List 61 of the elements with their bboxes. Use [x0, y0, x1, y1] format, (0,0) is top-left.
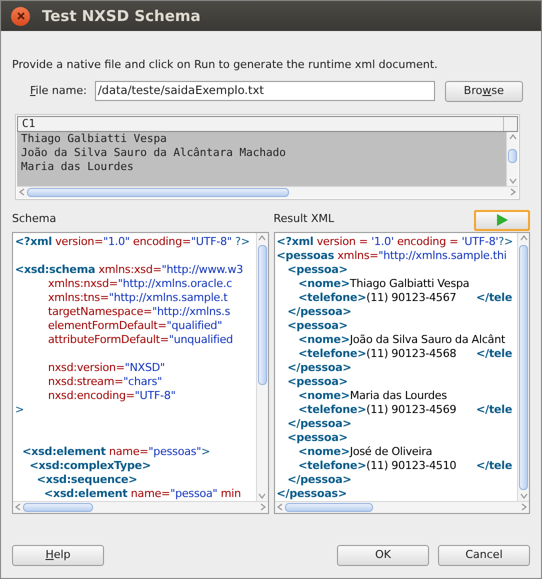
close-button[interactable]: [11, 6, 30, 26]
result-xml-label: Result XML: [274, 211, 334, 227]
file-name-field[interactable]: /data/teste/saidaExemplo.txt: [94, 81, 435, 101]
code-line: nxsd:version="NXSD": [46, 360, 166, 374]
instruction-text: Provide a native file and click on Run to generate the runtime xml document.: [12, 57, 439, 73]
horizontal-scrollbar[interactable]: [13, 500, 268, 512]
code-line: attributeFormDefault="unqualified: [46, 332, 234, 346]
code-line: </pessoa>: [286, 304, 352, 318]
schema-label: Schema: [12, 211, 56, 227]
code-line: <xsd:schema xmlns:xsd="http://www.w3: [15, 262, 244, 276]
code-line: <telefone>(11) 90123-4569 </tele: [297, 402, 514, 416]
code-editor[interactable]: [274, 232, 530, 514]
code-line: </pessoas>: [276, 486, 348, 500]
code-line: <xsd:complexType>: [28, 458, 152, 472]
code-line: xmlns:tns="http://xmlns.sample.t: [46, 290, 229, 304]
code-line: <nome>João da Silva Sauro da Alcânt: [297, 332, 506, 346]
code-line: <xsd:sequence>: [36, 472, 138, 486]
code-line: </pessoa>: [286, 416, 352, 430]
table-cell: João da Silva Sauro da Alcântara Machado: [21, 146, 286, 160]
code-line: <pessoa>: [286, 374, 349, 388]
code-editor[interactable]: [12, 232, 268, 514]
dialog-button[interactable]: Help: [12, 544, 104, 566]
close-icon: [16, 12, 24, 20]
code-line: <pessoa>: [286, 318, 349, 332]
code-line: <pessoa>: [286, 430, 349, 444]
code-line: xmlns:nxsd="http://xmlns.oracle.c: [46, 276, 234, 290]
header-corner: [503, 116, 517, 130]
horizontal-scrollbar[interactable]: [17, 186, 518, 198]
vertical-scrollbar[interactable]: [506, 132, 518, 186]
file-name-label: File name:: [30, 82, 87, 99]
vertical-scrollbar[interactable]: [517, 232, 529, 500]
code-line: targetNamespace="http://xmlns.s: [46, 304, 232, 318]
horizontal-scrollbar[interactable]: [274, 500, 529, 512]
code-line: <xsd:element name="pessoa" min: [43, 486, 242, 500]
dialog-button[interactable]: OK: [337, 544, 429, 566]
dialog-button[interactable]: Cancel: [438, 544, 530, 566]
table-cell: Maria das Lourdes: [21, 160, 134, 174]
code-line: <pessoas xmlns="http://xmlns.sample.thi: [276, 248, 508, 262]
table-cell: Thiago Galbiatti Vespa: [21, 132, 167, 146]
window-title: Test NXSD Schema: [42, 6, 201, 27]
code-line: <?xml version="1.0" encoding="UTF-8" ?>: [15, 234, 251, 248]
code-line: >: [15, 402, 26, 416]
code-line: <telefone>(11) 90123-4510 </tele: [297, 458, 514, 472]
code-line: <telefone>(11) 90123-4567 </tele: [297, 290, 514, 304]
code-line: <nome>Thiago Galbiatti Vespa: [297, 276, 470, 290]
code-line: </pessoa>: [286, 472, 352, 486]
code-line: <?xml version = '1.0' encoding = 'UTF-8'?>: [276, 234, 514, 248]
code-line: nxsd:encoding="UTF-8": [46, 388, 177, 402]
play-icon: [495, 213, 509, 227]
browse-button[interactable]: Browse: [444, 80, 523, 102]
code-line: <pessoa>: [286, 262, 349, 276]
run-button[interactable]: [474, 210, 530, 230]
code-line: <telefone>(11) 90123-4568 </tele: [297, 346, 514, 360]
code-line: </pessoa>: [286, 360, 352, 374]
code-line: nxsd:stream="chars": [46, 374, 163, 388]
code-line: <nome>Maria das Lourdes: [297, 388, 448, 402]
column-header[interactable]: C1: [18, 116, 503, 130]
code-line: elementFormDefault="qualified": [46, 318, 224, 332]
code-line: <nome>José de Oliveira: [297, 444, 434, 458]
vertical-scrollbar[interactable]: [256, 232, 268, 500]
code-line: <xsd:element name="pessoas">: [21, 444, 212, 458]
